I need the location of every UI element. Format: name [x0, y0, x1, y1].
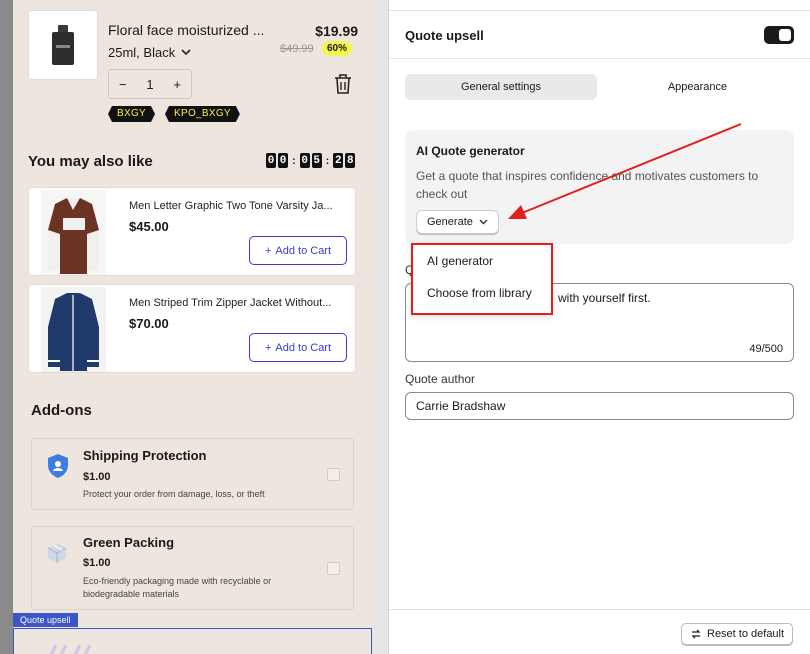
ai-quote-title: AI Quote generator: [416, 144, 525, 158]
chevron-down-icon: [181, 49, 191, 56]
addon-description: Protect your order from damage, loss, or…: [83, 489, 265, 499]
bottle-image: [52, 25, 74, 65]
addon-checkbox[interactable]: [327, 562, 340, 575]
timer-digit: 0: [299, 153, 310, 168]
add-to-cart-label: Add to Cart: [275, 341, 332, 354]
recommendation-price: $70.00: [129, 316, 169, 331]
quote-upsell-preview-tag: Quote upsell: [13, 613, 78, 627]
addon-card-green-packing[interactable]: Green Packing $1.00 Eco-friendly packagi…: [31, 526, 354, 610]
menu-item-choose-from-library[interactable]: Choose from library: [427, 286, 532, 300]
character-count: 49/500: [749, 343, 783, 355]
author-field-label: Quote author: [405, 372, 476, 386]
generate-label: Generate: [427, 216, 473, 228]
timer-digit: 5: [311, 153, 322, 168]
settings-panel: Quote upsell General settings Appearance…: [389, 10, 810, 654]
reset-button[interactable]: Reset to default: [681, 623, 794, 645]
discount-badge: 60%: [322, 41, 353, 56]
timer-digit: 2: [333, 153, 344, 168]
package-icon: [47, 543, 67, 563]
menu-item-ai-generator[interactable]: AI generator: [427, 254, 493, 268]
qty-plus-button[interactable]: +: [173, 77, 181, 92]
quantity-stepper: − 1 +: [108, 69, 192, 99]
settings-header: Quote upsell: [389, 11, 810, 59]
addon-price: $1.00: [83, 557, 111, 569]
also-like-title: You may also like: [28, 153, 153, 170]
generate-button[interactable]: Generate: [416, 210, 499, 234]
quote-upsell-preview[interactable]: [13, 628, 372, 654]
ai-quote-generator-section: AI Quote generator Get a quote that insp…: [405, 130, 794, 244]
recommendation-name: Men Letter Graphic Two Tone Varsity Ja..…: [129, 200, 333, 212]
qty-minus-button[interactable]: −: [119, 77, 127, 92]
product-title: Floral face moisturized ...: [108, 22, 265, 38]
settings-footer: Reset to default: [389, 609, 810, 654]
cart-preview-panel: Floral face moisturized ... 25ml, Black …: [13, 0, 372, 654]
addon-description: Eco-friendly packaging made with recycla…: [83, 576, 272, 599]
generate-dropdown-menu: AI generator Choose from library: [411, 243, 553, 315]
addon-title: Green Packing: [83, 535, 175, 550]
quote-mark-icon: [49, 644, 92, 654]
recommendation-price: $45.00: [129, 219, 169, 234]
add-to-cart-button[interactable]: + Add to Cart: [249, 236, 347, 265]
tab-appearance[interactable]: Appearance: [601, 74, 794, 100]
countdown-timer: 0 0 : 0 5 : 2 8: [266, 153, 356, 168]
chevron-down-icon: [479, 219, 488, 225]
add-to-cart-label: Add to Cart: [275, 244, 332, 257]
ai-quote-description: Get a quote that inspires confidence and…: [416, 169, 759, 201]
addon-checkbox[interactable]: [327, 468, 340, 481]
recommendation-card: Men Letter Graphic Two Tone Varsity Ja..…: [28, 187, 356, 276]
enable-toggle[interactable]: [764, 26, 794, 44]
trash-icon[interactable]: [333, 73, 353, 95]
plus-icon: +: [264, 341, 272, 354]
addon-price: $1.00: [83, 471, 111, 483]
product-thumbnail: [28, 10, 98, 80]
timer-digit: 0: [266, 153, 276, 168]
addon-card-shipping[interactable]: Shipping Protection $1.00 Protect your o…: [31, 438, 354, 510]
shield-icon: [48, 454, 68, 478]
settings-title: Quote upsell: [405, 28, 484, 43]
author-input[interactable]: Carrie Bradshaw: [405, 392, 794, 420]
discount-code-tag: BXGY: [108, 106, 155, 122]
recommendation-card: Men Striped Trim Zipper Jacket Without..…: [28, 284, 356, 373]
product-price: $19.99: [315, 23, 358, 39]
discount-code-tag: KPO_BXGY: [165, 106, 240, 122]
reset-label: Reset to default: [707, 628, 785, 640]
addon-title: Shipping Protection: [83, 448, 207, 463]
quote-text: with yourself first.: [558, 291, 651, 305]
timer-digit: 0: [278, 153, 288, 168]
tab-general-settings[interactable]: General settings: [405, 74, 597, 100]
panel-divider: [372, 0, 389, 654]
variant-selector[interactable]: 25ml, Black: [108, 45, 191, 60]
left-edge-strip: [0, 0, 13, 654]
timer-digit: 8: [345, 153, 356, 168]
varsity-jacket-image: [41, 190, 106, 275]
add-to-cart-button[interactable]: + Add to Cart: [249, 333, 347, 362]
product-old-price: $49.99: [280, 43, 314, 55]
plus-icon: +: [264, 244, 272, 257]
variant-label: 25ml, Black: [108, 45, 176, 60]
zipper-jacket-image: [41, 287, 106, 372]
qty-value: 1: [146, 76, 154, 92]
addons-title: Add-ons: [31, 402, 92, 419]
reset-icon: [691, 629, 701, 639]
recommendation-name: Men Striped Trim Zipper Jacket Without..…: [129, 297, 332, 309]
